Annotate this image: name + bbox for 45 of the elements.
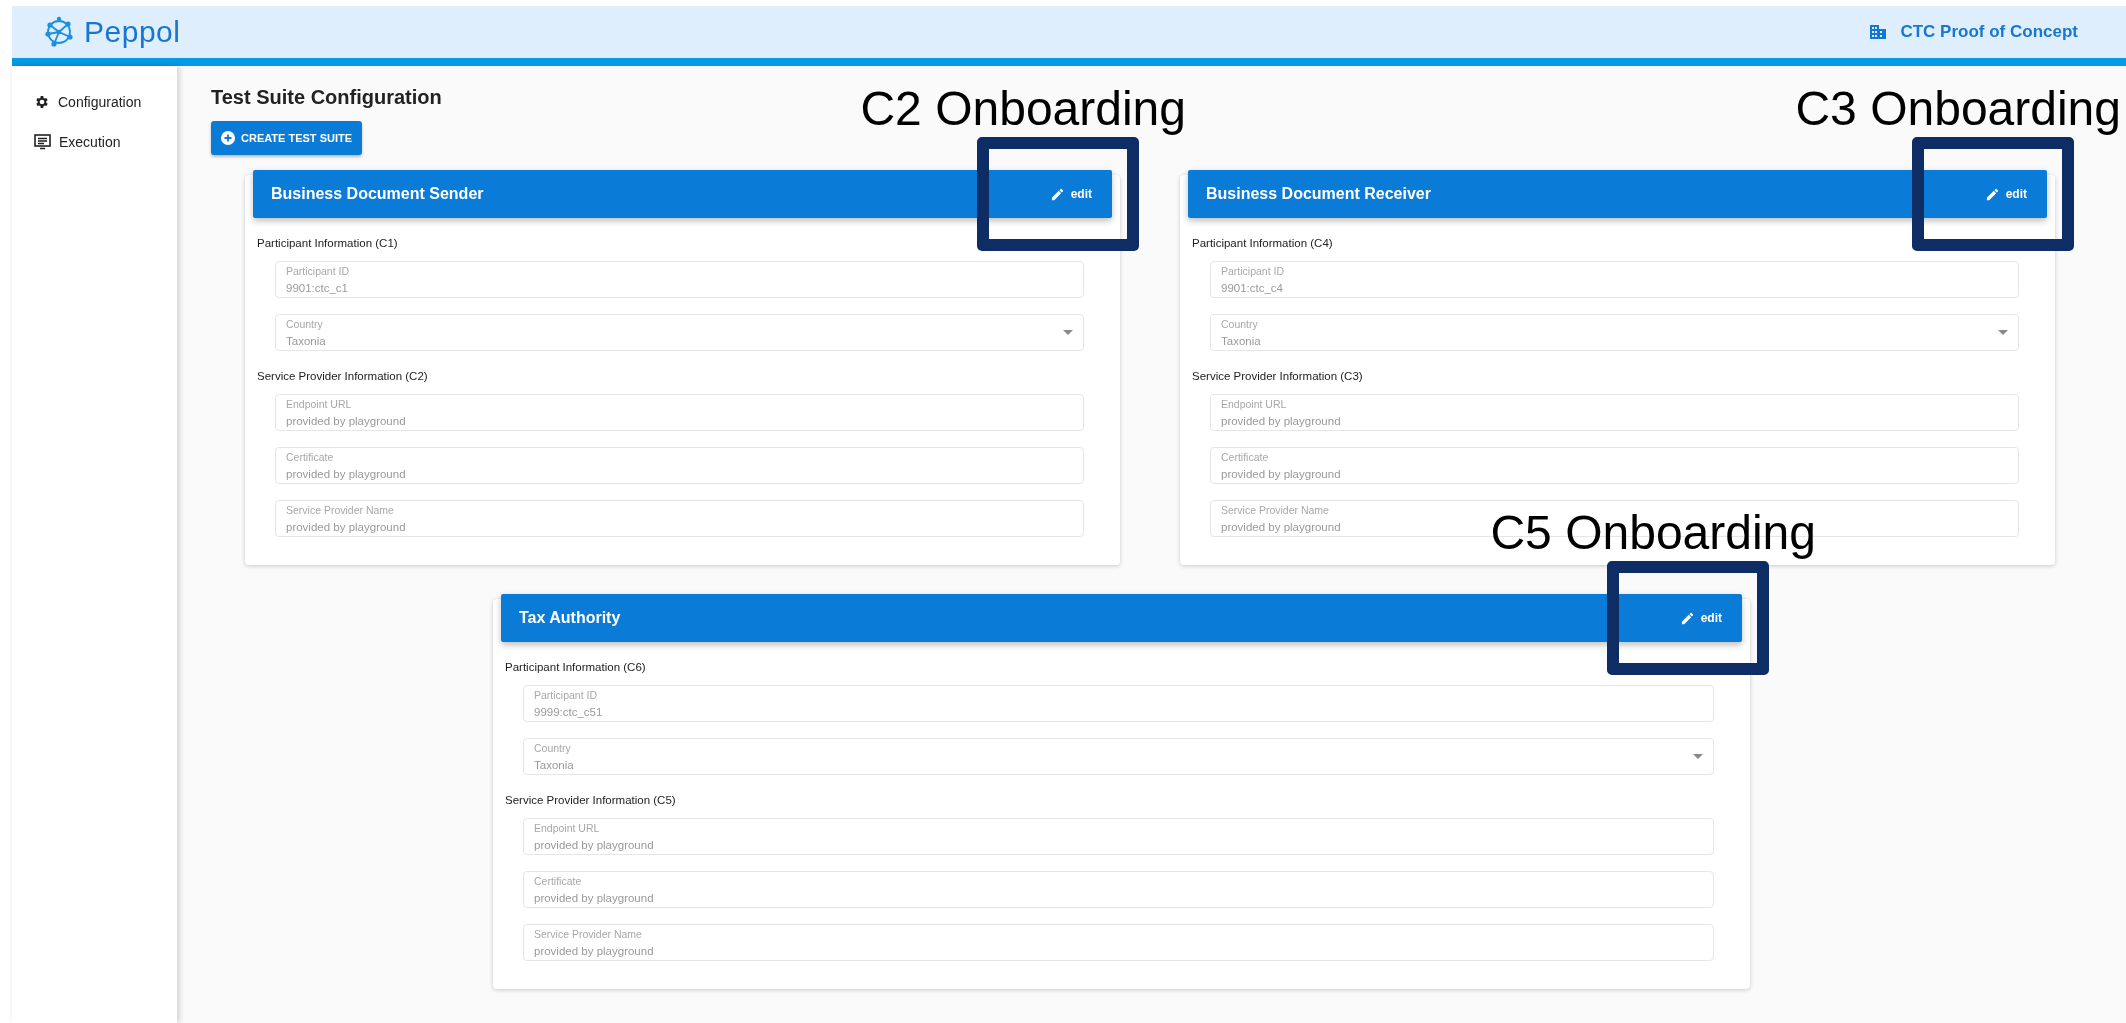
card-title: Business Document Sender	[271, 185, 484, 203]
card-title: Business Document Receiver	[1206, 185, 1431, 203]
annotation-label: C3 Onboarding	[1795, 85, 2121, 133]
dropdown-caret-icon	[1998, 330, 2008, 335]
edit-button[interactable]: edit	[1972, 178, 2039, 210]
logo-icon	[42, 15, 76, 49]
input-field[interactable]: Participant ID 9901:ctc_c1	[275, 261, 1084, 298]
page-title: Test Suite Configuration	[211, 86, 442, 109]
plus-circle-icon	[221, 131, 235, 145]
input-field[interactable]: Certificate provided by playground	[523, 871, 1714, 908]
edit-button[interactable]: edit	[1667, 602, 1734, 634]
input-field[interactable]: Service Provider Name provided by playground	[523, 924, 1714, 961]
input-field[interactable]: Endpoint URL provided by playground	[1210, 394, 2019, 431]
select-field[interactable]: Country Taxonia	[523, 738, 1714, 775]
annotation-label: C2 Onboarding	[860, 85, 1186, 133]
building-icon	[1870, 25, 1887, 39]
edit-button[interactable]: edit	[1037, 178, 1104, 210]
pencil-icon	[1679, 610, 1695, 626]
section-heading: Participant Information (C6)	[505, 661, 647, 673]
dropdown-caret-icon	[1693, 754, 1703, 759]
section-heading: Service Provider Information (C2)	[257, 370, 429, 382]
sidebar-item[interactable]: Configuration	[34, 88, 177, 116]
input-field[interactable]: Service Provider Name provided by playground	[275, 500, 1084, 537]
monitor-icon	[34, 134, 51, 150]
input-field[interactable]: Certificate provided by playground	[1210, 447, 2019, 484]
section-heading: Service Provider Information (C5)	[505, 794, 677, 806]
input-field[interactable]: Certificate provided by playground	[275, 447, 1084, 484]
dropdown-caret-icon	[1063, 330, 1073, 335]
create-button[interactable]: CREATE TEST SUITE	[211, 121, 363, 155]
card-title: Tax Authority	[519, 609, 621, 627]
select-field[interactable]: Country Taxonia	[275, 314, 1084, 351]
settings-icon	[34, 94, 50, 110]
input-field[interactable]: Participant ID 9901:ctc_c4	[1210, 261, 2019, 298]
project-name: CTC Proof of Concept	[1900, 22, 2078, 42]
input-field[interactable]: Endpoint URL provided by playground	[523, 818, 1714, 855]
input-field[interactable]: Endpoint URL provided by playground	[275, 394, 1084, 431]
select-field[interactable]: Country Taxonia	[1210, 314, 2019, 351]
section-heading: Service Provider Information (C3)	[1192, 370, 1364, 382]
sidebar-item[interactable]: Execution	[34, 128, 177, 156]
pencil-icon	[1049, 186, 1065, 202]
brand-name: Peppol	[84, 15, 181, 49]
section-heading: Participant Information (C4)	[1192, 237, 1334, 249]
input-field[interactable]: Participant ID 9999:ctc_c51	[523, 685, 1714, 722]
section-heading: Participant Information (C1)	[257, 237, 399, 249]
pencil-icon	[1984, 186, 2000, 202]
